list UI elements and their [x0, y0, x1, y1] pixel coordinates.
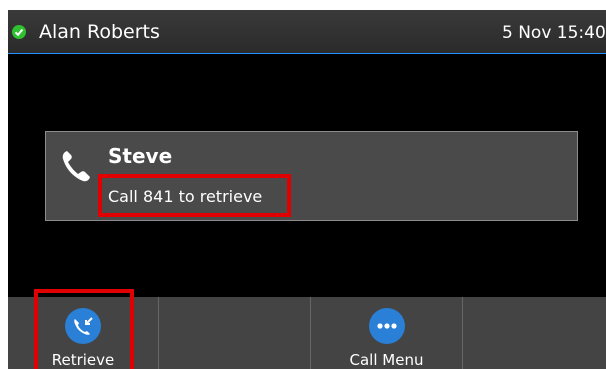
- held-call-card[interactable]: Steve Call 841 to retrieve: [45, 131, 578, 221]
- highlight-box-retrieve: [34, 289, 134, 369]
- phone-icon: [61, 149, 91, 187]
- phone-screen: Alan Roberts 5 Nov 15:40 Steve Call 841 …: [8, 10, 606, 369]
- status-bar: Alan Roberts 5 Nov 15:40: [8, 10, 606, 54]
- softkey-4[interactable]: [463, 297, 606, 369]
- highlight-box-message: [98, 174, 291, 217]
- call-menu-softkey[interactable]: Call Menu: [311, 297, 463, 369]
- more-dots-icon: [369, 308, 405, 344]
- date-time: 5 Nov 15:40: [502, 23, 606, 43]
- check-circle-icon: [12, 25, 26, 39]
- call-menu-label: Call Menu: [349, 351, 424, 369]
- user-name: Alan Roberts: [39, 21, 160, 43]
- caller-name: Steve: [108, 144, 173, 168]
- softkey-2[interactable]: [159, 297, 311, 369]
